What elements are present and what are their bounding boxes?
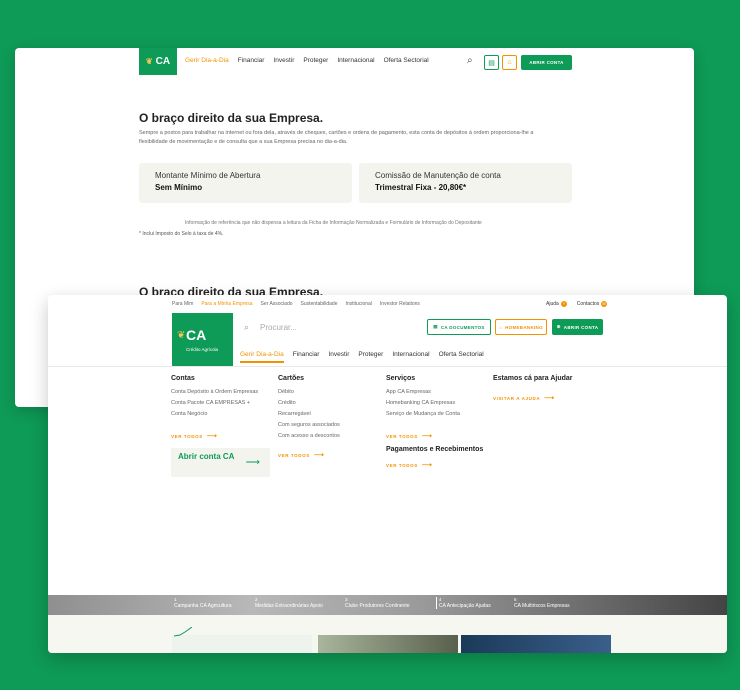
thumbnail-blue-image — [461, 635, 611, 653]
leaf-icon: ❦ — [145, 57, 153, 66]
top-link-associado[interactable]: Ser Associado — [261, 301, 293, 307]
min-opening-box: Montante Mínimo de Abertura Sem Mínimo — [139, 163, 352, 203]
min-opening-value: Sem Mínimo — [155, 183, 203, 192]
back-menu-proteger[interactable]: Proteger — [303, 57, 328, 64]
menu-investir[interactable]: Investir — [328, 351, 349, 363]
col-title: Serviços — [386, 375, 416, 382]
contacts-link[interactable]: Contactos ☏ — [577, 301, 608, 307]
back-logo[interactable]: ❦ CA — [139, 48, 177, 75]
menu-financiar[interactable]: Financiar — [293, 351, 320, 363]
list-item[interactable]: Débito — [278, 387, 340, 398]
top-right-links: Ajuda? Contactos ☏ — [546, 301, 608, 307]
see-all-contas-link[interactable]: VER TODOS ⟶ — [171, 432, 258, 440]
mega-col-contas: Contas Conta Depósito à Ordem Empresas C… — [171, 375, 258, 440]
front-logo[interactable]: ❦ CA Crédito Agrícola — [172, 313, 233, 367]
visit-help-link[interactable]: VISITAR A AJUDA ⟶ — [493, 394, 573, 402]
homebanking-icon: ⌂ — [499, 324, 503, 330]
help-icon: ? — [560, 301, 567, 307]
reference-info: Informação de referência que não dispens… — [185, 220, 482, 226]
list-item[interactable]: Serviço de Mudança de Conta — [386, 409, 483, 420]
menu-internacional[interactable]: Internacional — [392, 351, 429, 363]
carousel-slide[interactable]: 5 CA Multiriscos Empresas — [514, 597, 570, 609]
carousel-slide[interactable]: 2 Medidas Extraordinárias Apoio — [255, 597, 323, 609]
document-icon: ▤ — [433, 324, 438, 329]
list-item[interactable]: Com seguros associados — [278, 420, 340, 431]
col-title: Contas — [171, 375, 195, 382]
top-link-sustentabilidade[interactable]: Sustentabilidade — [301, 301, 338, 307]
carousel-slide[interactable]: 1 Campanha CA Agricultura — [174, 597, 232, 609]
front-window: Para Mim Para a Minha Empresa Ser Associ… — [48, 295, 727, 653]
menu-divider — [48, 366, 727, 367]
ca-documents-button[interactable]: ▤ CA DOCUMENTOS — [427, 319, 491, 335]
menu-proteger[interactable]: Proteger — [358, 351, 383, 363]
list-item[interactable]: Crédito — [278, 398, 340, 409]
thumbnail-phone-image — [318, 635, 458, 653]
back-main-menu: Gerir Dia-a-Dia Financiar Investir Prote… — [185, 57, 429, 64]
back-description: Sempre a postos para trabalhar na intern… — [139, 130, 534, 145]
maintenance-fee-label: Comissão de Manutenção de conta — [375, 171, 501, 180]
back-menu-financiar[interactable]: Financiar — [238, 57, 265, 64]
min-opening-label: Montante Mínimo de Abertura — [155, 171, 261, 180]
thumbnail-chart — [172, 635, 312, 653]
list-item[interactable]: Conta Pacote CA EMPRESAS + — [171, 398, 258, 409]
list-item[interactable]: Conta Depósito à Ordem Empresas — [171, 387, 258, 398]
list-item[interactable]: Recarregável — [278, 409, 340, 420]
back-open-account-button[interactable]: ABRIR CONTA — [521, 55, 572, 70]
back-navbar: ❦ CA Gerir Dia-a-Dia Financiar Investir … — [15, 48, 694, 75]
arrow-right-icon: ⟶ — [544, 395, 555, 402]
tax-note: * Inclui Imposto do Selo à taxa de 4%. — [139, 231, 224, 237]
back-menu-internacional[interactable]: Internacional — [337, 57, 374, 64]
arrow-right-icon: ⟶ — [245, 457, 260, 468]
list-item[interactable]: App CA Empresas — [386, 387, 483, 398]
menu-gerir[interactable]: Gerir Dia-a-Dia — [240, 351, 284, 363]
phone-icon: ☏ — [601, 301, 608, 307]
see-all-cartoes-link[interactable]: VER TODOS ⟶ — [278, 451, 340, 459]
carousel-slide[interactable]: 3 Clube Produtores Continente — [345, 597, 410, 609]
menu-oferta[interactable]: Oferta Sectorial — [439, 351, 484, 363]
back-menu-oferta[interactable]: Oferta Sectorial — [384, 57, 429, 64]
front-main-menu: Gerir Dia-a-Dia Financiar Investir Prote… — [240, 351, 484, 363]
list-item[interactable]: Com acesso a descontos — [278, 431, 340, 442]
search-icon: ⌕ — [244, 322, 250, 332]
arrow-right-icon: ⟶ — [421, 462, 432, 469]
homebanking-button[interactable]: ⌂ HOMEBANKING — [495, 319, 547, 335]
maintenance-fee-box: Comissão de Manutenção de conta Trimestr… — [359, 163, 572, 203]
arrow-right-icon: ⟶ — [313, 452, 324, 459]
top-link-institucional[interactable]: Institucional — [346, 301, 372, 307]
list-item[interactable]: Conta Negócio — [171, 409, 258, 420]
see-all-servicos-link[interactable]: VER TODOS ⟶ — [386, 432, 483, 440]
leaf-icon: ❦ — [177, 330, 186, 341]
sparkline-icon — [174, 627, 192, 637]
see-all-payments-link[interactable]: VER TODOS ⟶ — [386, 461, 483, 469]
document-icon[interactable]: ▤ — [484, 55, 499, 70]
mega-col-ajuda: Estamos cá para Ajudar VISITAR A AJUDA ⟶ — [493, 375, 573, 402]
below-fold-section — [48, 615, 727, 653]
homebanking-icon[interactable]: ⌂ — [502, 55, 517, 70]
top-link-para-mim[interactable]: Para Mim — [172, 301, 193, 307]
arrow-right-icon: ⟶ — [206, 433, 217, 440]
col-title: Cartões — [278, 375, 305, 382]
list-item[interactable]: Homebanking CA Empresas — [386, 398, 483, 409]
back-page-title: O braço direito da sua Empresa. — [139, 111, 324, 125]
back-menu-investir[interactable]: Investir — [273, 57, 294, 64]
open-account-button[interactable]: ⊕ ABRIR CONTA — [552, 319, 603, 335]
arrow-right-icon: ⟶ — [421, 433, 432, 440]
search-icon[interactable]: ⌕ — [467, 55, 473, 66]
back-menu-gerir[interactable]: Gerir Dia-a-Dia — [185, 57, 229, 64]
top-links: Para Mim Para a Minha Empresa Ser Associ… — [172, 301, 420, 307]
col-title: Estamos cá para Ajudar — [493, 375, 573, 382]
col-title-payments: Pagamentos e Recebimentos — [386, 446, 484, 453]
mega-col-servicos: Serviços App CA Empresas Homebanking CA … — [386, 375, 483, 469]
carousel-slide-active[interactable]: 4 CA Antecipação Ajudas — [436, 597, 491, 609]
open-account-card[interactable]: Abrir conta CA ⟶ — [171, 448, 270, 477]
plus-circle-icon: ⊕ — [556, 324, 561, 329]
search-input[interactable] — [260, 319, 410, 335]
mega-col-cartoes: Cartões Débito Crédito Recarregável Com … — [278, 375, 340, 459]
hero-carousel: 1 Campanha CA Agricultura 2 Medidas Extrao… — [48, 595, 727, 615]
top-link-investor[interactable]: Investor Relations — [380, 301, 420, 307]
help-link[interactable]: Ajuda? — [546, 301, 567, 307]
top-link-empresa[interactable]: Para a Minha Empresa — [201, 301, 252, 307]
maintenance-fee-value: Trimestral Fixa - 20,80€* — [375, 183, 467, 192]
